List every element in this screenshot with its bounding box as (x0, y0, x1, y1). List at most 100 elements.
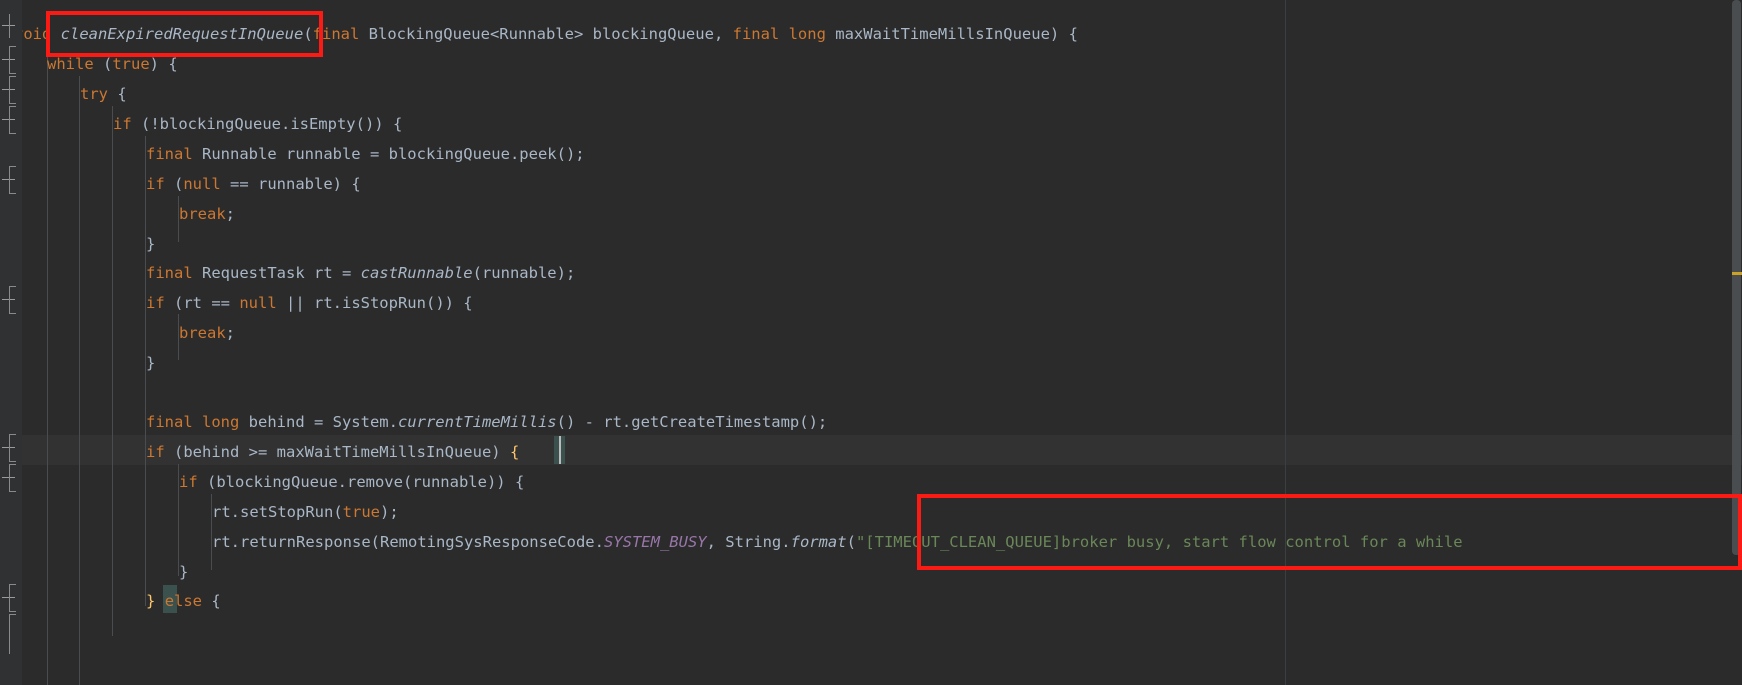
code-editor[interactable]: void cleanExpiredRequestInQueue(final Bl… (0, 0, 1742, 685)
code-line[interactable]: if (rt == null || rt.isStopRun()) { (146, 288, 473, 318)
code-token: while (47, 55, 103, 73)
code-token: (runnable)) { (402, 473, 525, 491)
code-token: ; (225, 205, 236, 223)
code-token: rt. (212, 503, 240, 521)
code-line[interactable]: if (null == runnable) { (146, 169, 361, 199)
code-token: cleanExpiredRequestInQueue (60, 25, 304, 43)
code-line[interactable]: rt.returnResponse(RemotingSysResponseCod… (212, 527, 1463, 557)
code-token: final (146, 145, 202, 163)
code-token: ()) { (425, 294, 473, 312)
code-token: ); (380, 503, 399, 521)
code-line[interactable]: final Runnable runnable = blockingQueue.… (146, 139, 585, 169)
code-token: , String. (706, 533, 791, 551)
text-caret (559, 436, 561, 464)
code-token: (); (556, 145, 585, 163)
code-token: } (146, 354, 156, 372)
code-token: if (146, 175, 174, 193)
code-line[interactable]: if (behind >= maxWaitTimeMillsInQueue) { (146, 437, 519, 467)
code-line[interactable]: if (!blockingQueue.isEmpty()) { (113, 109, 402, 139)
fold-marker-else[interactable] (0, 584, 22, 612)
error-stripe-marker[interactable] (1732, 272, 1742, 275)
code-token: (rt == (174, 294, 240, 312)
code-token: ( (103, 55, 113, 73)
code-token: (blockingQueue. (207, 473, 347, 491)
code-token: } (146, 235, 156, 253)
code-token: if (146, 294, 174, 312)
code-line[interactable]: } (146, 348, 155, 378)
code-token: } (179, 563, 189, 581)
code-token: isStopRun (341, 294, 426, 312)
code-token: ( (846, 533, 856, 551)
fold-marker-if-stoprun[interactable] (0, 286, 22, 314)
code-token: (runnable); (472, 264, 576, 282)
code-token: ( (303, 25, 313, 43)
code-line[interactable]: rt.setStopRun(true); (212, 497, 399, 527)
code-token: , (713, 25, 733, 43)
code-token: ) { (149, 55, 178, 73)
fold-marker-if-remove[interactable] (0, 464, 22, 492)
code-token: ( (333, 503, 343, 521)
code-line[interactable]: while (true) { (47, 49, 178, 79)
code-token: returnResponse (240, 533, 371, 551)
code-token: } (146, 592, 156, 610)
code-text-surface[interactable]: void cleanExpiredRequestInQueue(final Bl… (0, 0, 1742, 685)
code-token: (); (799, 413, 828, 431)
scrollbar-thumb[interactable] (1732, 0, 1741, 555)
code-token: format (790, 533, 847, 551)
code-token: || (276, 294, 314, 312)
code-token: RequestTask rt = (202, 264, 361, 282)
code-token: Runnable runnable = blockingQueue. (202, 145, 520, 163)
code-token: remove (346, 473, 403, 491)
code-line[interactable]: if (blockingQueue.remove(runnable)) { (179, 467, 524, 497)
code-token: final (146, 264, 202, 282)
code-token: { (509, 443, 520, 461)
code-token: try (80, 85, 118, 103)
code-line[interactable]: } (179, 557, 188, 587)
code-token: ( (174, 175, 184, 193)
code-line[interactable]: break; (179, 318, 235, 348)
code-token: currentTimeMillis (397, 413, 557, 431)
code-token: { (211, 592, 221, 610)
code-token: "[TIMEOUT_CLEAN_QUEUE]broker busy, start… (855, 533, 1463, 551)
code-line[interactable]: void cleanExpiredRequestInQueue(final Bl… (14, 19, 1078, 49)
code-line[interactable]: final RequestTask rt = castRunnable(runn… (146, 258, 575, 288)
fold-marker-if-null[interactable] (0, 166, 22, 194)
code-line[interactable]: final long behind = System.currentTimeMi… (146, 407, 827, 437)
code-token: rt. (212, 533, 240, 551)
code-token: null (239, 294, 277, 312)
code-token: getCreateTimestamp (631, 413, 800, 431)
code-token: null (183, 175, 221, 193)
code-token: (behind >= maxWaitTimeMillsInQueue) (174, 443, 510, 461)
fold-marker-else-body[interactable] (0, 614, 22, 654)
code-token: final long (146, 413, 249, 431)
code-token: final long (732, 25, 836, 43)
code-token: isEmpty (290, 115, 356, 133)
code-token: ; (225, 324, 236, 342)
code-token: if (179, 473, 207, 491)
fold-marker-method[interactable] (0, 14, 22, 38)
editor-gutter[interactable] (0, 0, 22, 685)
code-line[interactable]: try { (80, 79, 127, 109)
code-token: rt. (313, 294, 342, 312)
code-token: if (113, 115, 141, 133)
code-line[interactable]: break; (179, 199, 235, 229)
code-token: (RemotingSysResponseCode. (370, 533, 604, 551)
code-token: setStopRun (240, 503, 334, 521)
code-token: break (179, 205, 226, 223)
code-token: behind = System. (248, 413, 398, 431)
code-token: else (164, 592, 212, 610)
vertical-scrollbar[interactable] (1730, 0, 1742, 685)
code-token: == runnable) { (220, 175, 361, 193)
code-token: break (179, 324, 226, 342)
code-token: BlockingQueue<Runnable> blockingQueue (368, 25, 714, 43)
code-token: ) { (1049, 25, 1078, 43)
fold-marker-if-empty[interactable] (0, 106, 22, 134)
code-line[interactable]: } else { (146, 586, 221, 616)
code-token: ()) { (355, 115, 403, 133)
code-token: true (342, 503, 380, 521)
code-line[interactable]: } (146, 229, 155, 259)
fold-marker-try[interactable] (0, 76, 22, 104)
fold-marker-while[interactable] (0, 46, 22, 74)
fold-marker-if-behind[interactable] (0, 434, 22, 462)
